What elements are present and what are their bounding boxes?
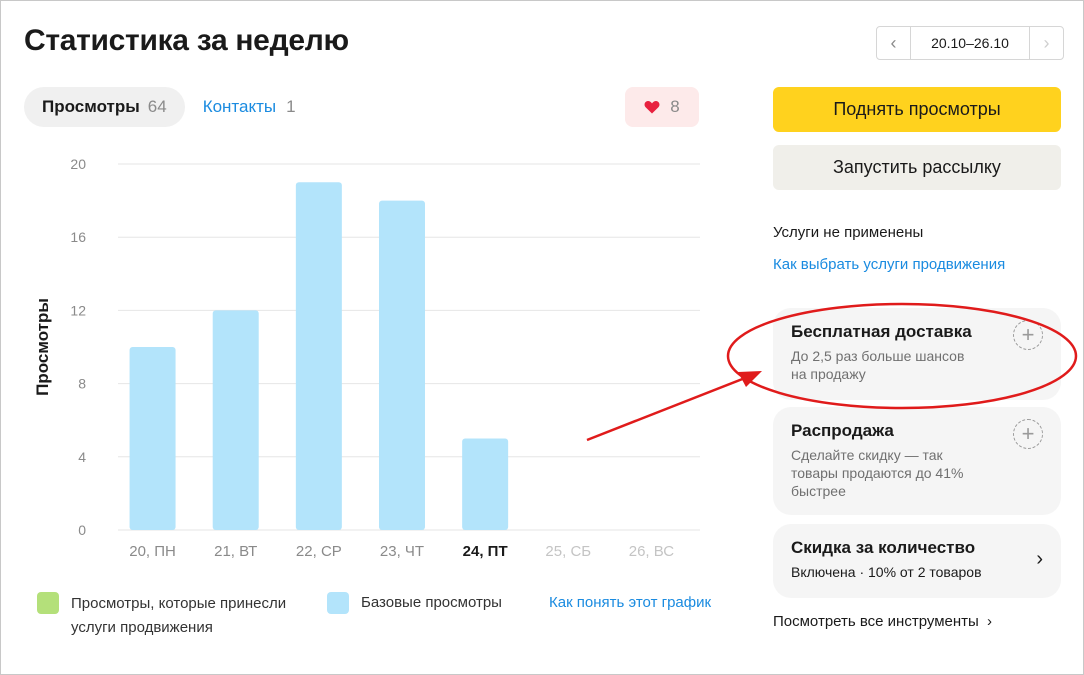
x-tick-label: 22, СР: [296, 543, 342, 560]
x-tick-label: 24, ПТ: [463, 543, 508, 560]
service-card-sale[interactable]: Распродажа Сделайте скидку — так товары …: [773, 407, 1061, 515]
chart-bar: [129, 347, 176, 530]
legend-swatch-promo: [37, 592, 59, 614]
service-card-desc-line: на продажу: [791, 366, 866, 382]
tab-views-label: Просмотры: [42, 97, 140, 116]
services-howto-link[interactable]: Как выбрать услуги продвижения: [773, 256, 1005, 273]
y-tick-label: 20: [70, 156, 86, 172]
legend-label-base: Базовые просмотры: [361, 594, 502, 611]
service-card-free-delivery[interactable]: Бесплатная доставка До 2,5 раз больше ша…: [773, 308, 1061, 400]
chevron-left-icon[interactable]: ‹: [877, 27, 911, 59]
all-tools-link[interactable]: Посмотреть все инструменты ›: [773, 613, 992, 630]
tab-views-count: 64: [147, 97, 167, 116]
x-tick-label: 21, ВТ: [214, 543, 257, 560]
chart-legend: Просмотры, которые принесли услуги продв…: [37, 592, 502, 640]
date-range-label[interactable]: 20.10–26.10: [911, 27, 1029, 59]
chart-bar: [212, 310, 259, 530]
x-tick-label: 25, СБ: [545, 543, 591, 560]
y-tick-label: 4: [78, 449, 86, 465]
service-card-quantity-discount[interactable]: Скидка за количество Включена · 10% от 2…: [773, 524, 1061, 598]
y-axis-label: Просмотры: [33, 298, 52, 396]
service-card-desc-line: Сделайте скидку — так: [791, 447, 943, 463]
service-card-desc-line: До 2,5 раз больше шансов: [791, 348, 965, 364]
tab-contacts-label: Контакты: [202, 97, 277, 116]
services-status: Услуги не применены: [773, 224, 924, 241]
tab-views[interactable]: Просмотры 64: [24, 87, 185, 127]
legend-label-promo-line1: Просмотры, которые принесли: [71, 595, 287, 612]
legend-item-promo: Просмотры, которые принесли услуги продв…: [37, 592, 327, 640]
service-card-title: Скидка за количество: [791, 538, 976, 557]
service-card-desc-line: товары продаются до 41%: [791, 465, 964, 481]
y-tick-label: 16: [70, 229, 86, 245]
page-title: Статистика за неделю: [24, 24, 349, 57]
legend-swatch-base: [327, 592, 349, 614]
favorites-badge[interactable]: 8: [625, 87, 699, 127]
tab-contacts[interactable]: Контакты 1: [185, 87, 314, 127]
x-tick-label: 23, ЧТ: [380, 543, 424, 560]
date-range-picker: ‹ 20.10–26.10 ›: [876, 26, 1064, 60]
raise-views-button[interactable]: Поднять просмотры: [773, 87, 1061, 132]
y-tick-label: 12: [70, 302, 86, 318]
legend-label-promo: Просмотры, которые принесли услуги продв…: [71, 592, 286, 640]
legend-item-base: Базовые просмотры: [327, 592, 502, 640]
views-bar-chart: 0 4 8 12 16 20 Просмотры 20, ПН 21, ВТ 22, СР 23, …: [33, 156, 700, 560]
service-card-title: Бесплатная доставка: [791, 322, 972, 341]
stats-tabs: Просмотры 64 Контакты 1: [24, 87, 314, 127]
chevron-right-icon: ›: [986, 613, 992, 630]
views-chart: 0 4 8 12 16 20 Просмотры 20, ПН 21, ВТ 22, СР 23, …: [0, 140, 720, 580]
chart-bar: [295, 182, 342, 531]
start-mailing-button[interactable]: Запустить рассылку: [773, 145, 1061, 190]
all-tools-label: Посмотреть все инструменты: [773, 613, 979, 630]
service-card-desc-line: быстрее: [791, 483, 846, 499]
y-tick-label: 0: [78, 522, 86, 538]
chevron-right-icon: ›: [1036, 548, 1043, 570]
chevron-right-icon[interactable]: ›: [1029, 27, 1063, 59]
x-tick-label: 20, ПН: [129, 543, 176, 560]
favorites-count: 8: [670, 97, 680, 116]
heart-icon: [644, 101, 660, 114]
legend-label-promo-line2: услуги продвижения: [71, 619, 213, 636]
service-card-desc: Сделайте скидку — так товары продаются д…: [791, 446, 1043, 500]
add-icon[interactable]: +: [1013, 320, 1043, 350]
service-card-desc: До 2,5 раз больше шансов на продажу: [791, 347, 1043, 383]
tab-contacts-count: 1: [286, 97, 296, 116]
add-icon[interactable]: +: [1013, 419, 1043, 449]
chart-bar: [462, 438, 509, 530]
y-tick-label: 8: [78, 376, 86, 392]
chart-help-link[interactable]: Как понять этот график: [549, 594, 711, 611]
chart-bar: [379, 200, 425, 530]
service-card-desc: Включена · 10% от 2 товаров: [791, 564, 982, 580]
x-tick-label: 26, ВС: [629, 543, 675, 560]
service-card-title: Распродажа: [791, 421, 894, 440]
